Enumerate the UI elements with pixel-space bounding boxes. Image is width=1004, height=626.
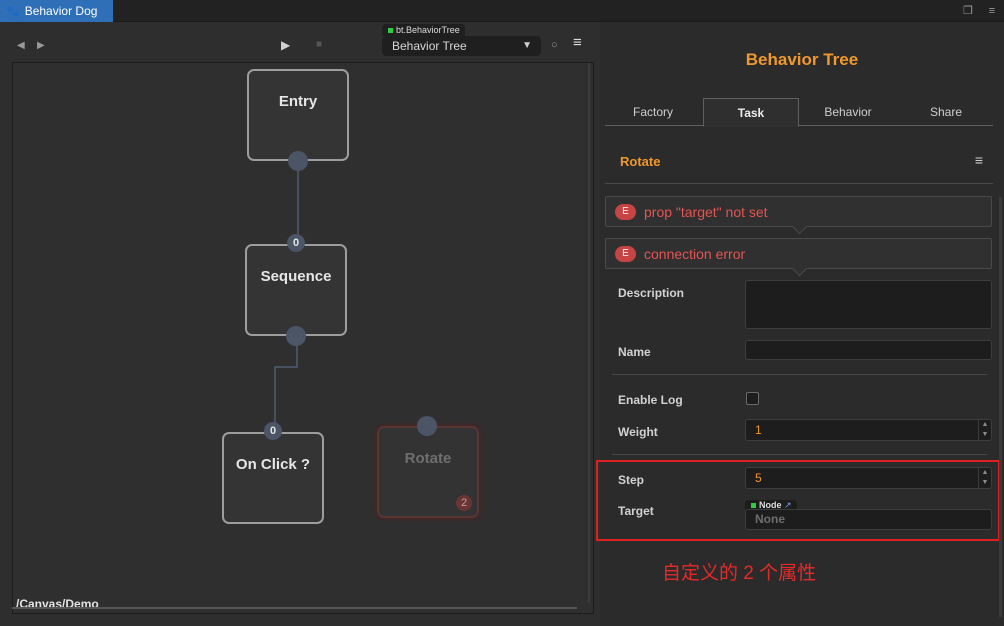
- on-click-node[interactable]: On Click ?: [222, 432, 324, 524]
- error-message: E prop "target" not set: [605, 196, 992, 227]
- on-click-node-label: On Click ?: [235, 456, 311, 473]
- tab-share[interactable]: Share: [898, 98, 994, 126]
- tree-editor: ◀ ▶ ▶ ■ bt.BehaviorTree Behavior Tree ▼ …: [0, 22, 600, 626]
- section-menu-icon[interactable]: ≡: [975, 152, 983, 168]
- name-label: Name: [618, 345, 651, 359]
- rotate-node-label: Rotate: [404, 450, 452, 467]
- sequence-onclick-link: [274, 336, 298, 430]
- play-icon[interactable]: ▶: [281, 39, 290, 51]
- restore-window-icon[interactable]: ❐: [961, 4, 975, 18]
- tab-factory[interactable]: Factory: [605, 98, 701, 126]
- step-down-icon[interactable]: ▼: [982, 431, 989, 438]
- forward-arrow-icon[interactable]: ▶: [37, 40, 45, 52]
- enable-log-checkbox[interactable]: [746, 392, 759, 405]
- weight-label: Weight: [618, 425, 658, 439]
- tab-task[interactable]: Task: [703, 98, 799, 127]
- stop-icon[interactable]: ■: [316, 39, 322, 51]
- rotate-error-badge: 2: [456, 495, 472, 511]
- annotation-text: 自定义的 2 个属性: [662, 563, 817, 584]
- inspector-tabs: Factory Task Behavior Share: [605, 98, 994, 127]
- error-text: connection error: [644, 246, 746, 262]
- tree-select[interactable]: Behavior Tree ▼: [382, 36, 541, 56]
- app-title: Behavior Dog: [24, 4, 98, 18]
- canvas-vertical-scrollbar[interactable]: [588, 63, 590, 603]
- inspector-scrollbar[interactable]: [999, 197, 1002, 617]
- tree-select-value: Behavior Tree: [392, 39, 467, 53]
- error-icon: E: [615, 204, 636, 220]
- inspector-title: Behavior Tree: [745, 50, 859, 69]
- weight-value: 1: [755, 423, 762, 437]
- editor-menu-icon[interactable]: ≡: [573, 35, 582, 50]
- highlight-box: [596, 460, 1000, 541]
- name-field[interactable]: [745, 340, 992, 360]
- sequence-node-label: Sequence: [260, 268, 332, 285]
- divider: [612, 374, 987, 375]
- window-menu-icon[interactable]: ≡: [985, 4, 999, 18]
- back-arrow-icon[interactable]: ◀: [17, 40, 25, 52]
- tab-behavior[interactable]: Behavior: [800, 98, 896, 126]
- section-header: Rotate ≡: [605, 146, 993, 184]
- enable-log-label: Enable Log: [618, 393, 683, 407]
- title-bar: 🐾 Behavior Dog ❐ ≡: [0, 0, 1004, 22]
- section-title: Rotate: [620, 154, 661, 169]
- entry-node[interactable]: Entry: [247, 69, 349, 161]
- rotate-input-port[interactable]: [417, 416, 437, 436]
- sequence-input-port[interactable]: 0: [287, 234, 305, 252]
- divider: [612, 454, 987, 455]
- sequence-output-port[interactable]: [286, 326, 306, 346]
- paw-icon: 🐾: [6, 5, 20, 18]
- status-dot-icon[interactable]: ○: [551, 39, 558, 51]
- step-up-icon[interactable]: ▲: [982, 421, 989, 428]
- sequence-node[interactable]: Sequence: [245, 244, 347, 336]
- on-click-input-port[interactable]: 0: [264, 422, 282, 440]
- error-text: prop "target" not set: [644, 204, 768, 220]
- weight-stepper[interactable]: ▲ ▼: [978, 420, 991, 440]
- graph-canvas[interactable]: Entry Sequence 0 On Click ? 0 Rotate 2: [12, 62, 594, 614]
- error-icon: E: [615, 246, 636, 262]
- canvas-horizontal-scrollbar[interactable]: [12, 607, 577, 609]
- chevron-down-icon: ▼: [522, 40, 532, 51]
- error-message: E connection error: [605, 238, 992, 269]
- weight-field[interactable]: 1 ▲ ▼: [745, 419, 992, 441]
- tree-type-tag: bt.BehaviorTree: [382, 24, 465, 36]
- description-label: Description: [618, 286, 685, 300]
- entry-node-label: Entry: [278, 93, 318, 110]
- app-tab[interactable]: 🐾 Behavior Dog: [0, 0, 113, 22]
- description-field[interactable]: [745, 280, 992, 329]
- entry-output-port[interactable]: [288, 151, 308, 171]
- inspector-panel: Behavior Tree Factory Task Behavior Shar…: [596, 22, 1004, 626]
